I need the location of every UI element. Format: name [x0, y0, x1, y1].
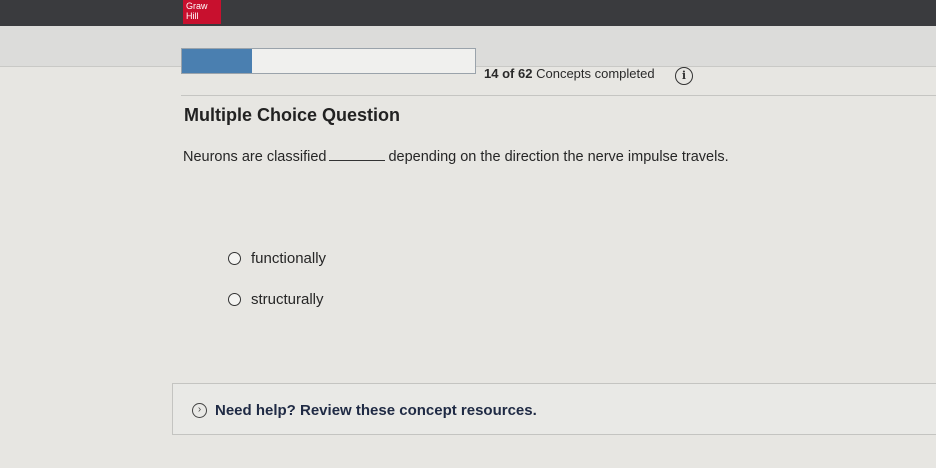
- divider: [181, 95, 936, 96]
- progress-fill: [182, 49, 253, 73]
- question-blank: [329, 148, 386, 161]
- progress-suffix: Concepts completed: [536, 66, 655, 81]
- answer-option-functionally[interactable]: functionally: [228, 250, 326, 267]
- progress-of: of: [502, 66, 515, 81]
- radio-button[interactable]: [228, 252, 241, 265]
- logo-line-1: Graw: [186, 1, 208, 11]
- top-bar: [0, 0, 936, 26]
- question-text: Neurons are classified depending on the d…: [183, 148, 729, 165]
- progress-total: 62: [518, 66, 533, 81]
- question-text-after: depending on the direction the nerve imp…: [388, 149, 729, 165]
- progress-bar: [181, 48, 476, 74]
- brand-logo: Graw Hill: [183, 0, 221, 24]
- radio-button[interactable]: [228, 293, 241, 306]
- logo-line-2: Hill: [186, 11, 199, 21]
- progress-completed: 14: [484, 66, 499, 81]
- answer-option-label: functionally: [251, 250, 327, 267]
- answer-option-label: structurally: [251, 291, 324, 308]
- help-link[interactable]: Need help? Review these concept resource…: [215, 402, 537, 419]
- progress-text: 14 of 62 Concepts completed: [484, 66, 655, 81]
- question-text-before: Neurons are classified: [183, 149, 327, 165]
- answer-option-structurally[interactable]: structurally: [228, 291, 324, 308]
- info-icon[interactable]: i: [675, 67, 693, 85]
- question-type-heading: Multiple Choice Question: [184, 105, 401, 125]
- chevron-right-circle-icon[interactable]: ›: [192, 403, 207, 418]
